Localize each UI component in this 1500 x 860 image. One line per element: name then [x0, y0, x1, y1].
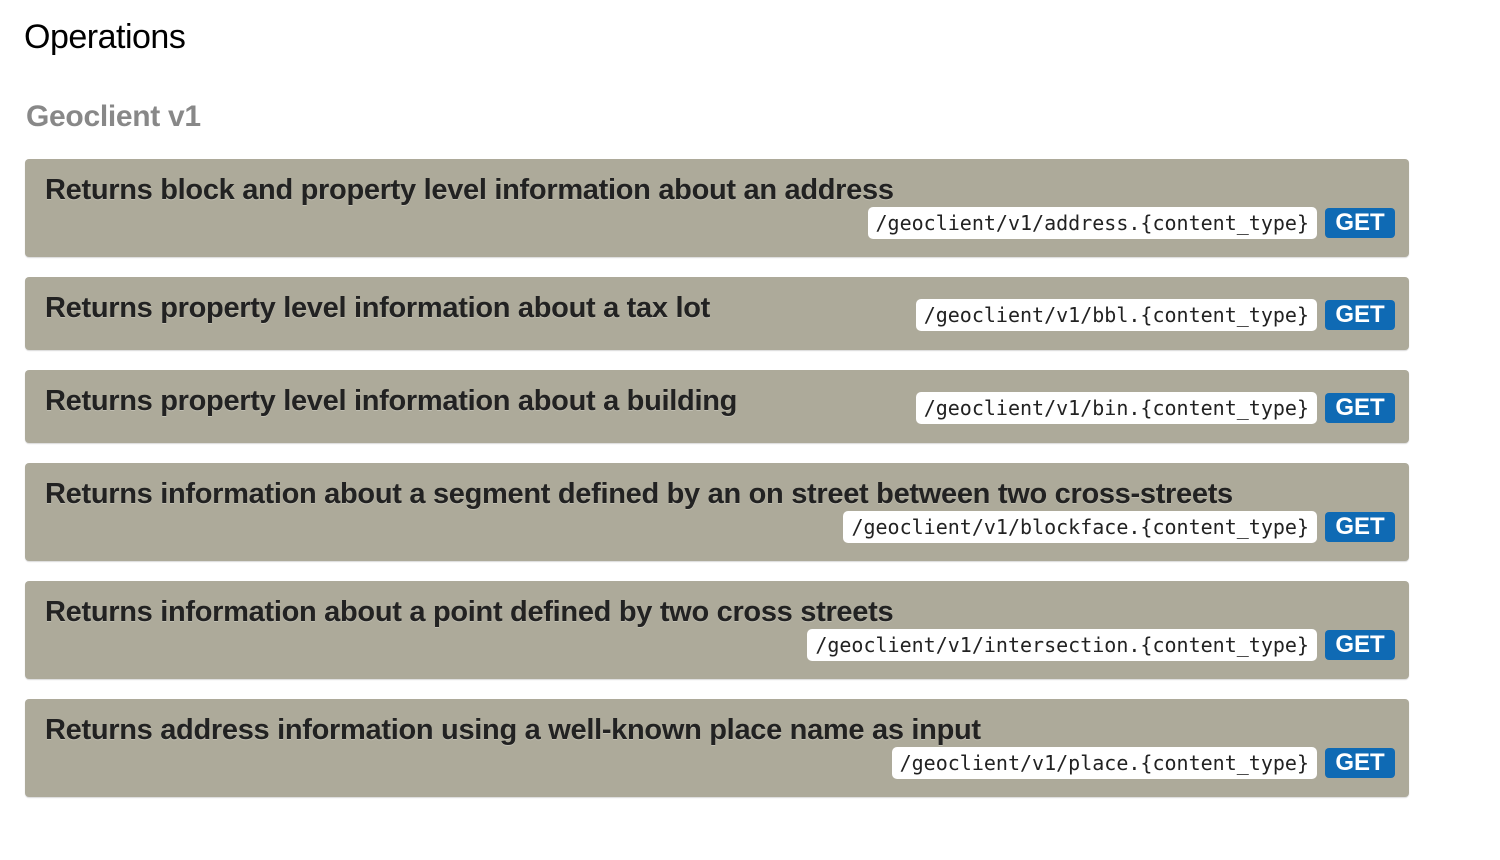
operation-summary[interactable]: Returns property level information about…	[45, 292, 710, 325]
page-title: Operations	[24, 18, 186, 56]
operation-path[interactable]: /geoclient/v1/bin.{content_type}	[915, 392, 1317, 424]
operation-path[interactable]: /geoclient/v1/intersection.{content_type…	[807, 629, 1317, 661]
operation-blockface[interactable]: Returns information about a segment defi…	[25, 463, 1409, 561]
operation-path[interactable]: /geoclient/v1/bbl.{content_type}	[915, 299, 1317, 331]
section-title[interactable]: Geoclient v1	[26, 100, 201, 134]
operation-endpoint: /geoclient/v1/place.{content_type} GET	[891, 747, 1395, 779]
operations-list: Returns block and property level informa…	[25, 159, 1409, 817]
operation-summary[interactable]: Returns information about a point define…	[45, 596, 894, 629]
http-method-badge[interactable]: GET	[1325, 300, 1395, 330]
operation-bin[interactable]: Returns property level information about…	[25, 370, 1409, 443]
operation-endpoint: /geoclient/v1/intersection.{content_type…	[807, 629, 1395, 661]
operation-bbl[interactable]: Returns property level information about…	[25, 277, 1409, 350]
operation-path[interactable]: /geoclient/v1/address.{content_type}	[867, 207, 1317, 239]
operation-summary[interactable]: Returns block and property level informa…	[45, 174, 894, 207]
operation-endpoint: /geoclient/v1/blockface.{content_type} G…	[843, 511, 1395, 543]
http-method-badge[interactable]: GET	[1325, 630, 1395, 660]
operation-path[interactable]: /geoclient/v1/place.{content_type}	[891, 747, 1317, 779]
http-method-badge[interactable]: GET	[1325, 748, 1395, 778]
http-method-badge[interactable]: GET	[1325, 512, 1395, 542]
operation-intersection[interactable]: Returns information about a point define…	[25, 581, 1409, 679]
operation-summary[interactable]: Returns address information using a well…	[45, 714, 981, 747]
operation-path[interactable]: /geoclient/v1/blockface.{content_type}	[843, 511, 1317, 543]
http-method-badge[interactable]: GET	[1325, 208, 1395, 238]
operation-endpoint: /geoclient/v1/address.{content_type} GET	[867, 207, 1395, 239]
operation-summary[interactable]: Returns information about a segment defi…	[45, 478, 1233, 511]
operation-endpoint: /geoclient/v1/bin.{content_type} GET	[915, 392, 1395, 424]
operation-summary[interactable]: Returns property level information about…	[45, 385, 737, 418]
http-method-badge[interactable]: GET	[1325, 393, 1395, 423]
operation-place[interactable]: Returns address information using a well…	[25, 699, 1409, 797]
operation-endpoint: /geoclient/v1/bbl.{content_type} GET	[915, 299, 1395, 331]
operation-address[interactable]: Returns block and property level informa…	[25, 159, 1409, 257]
